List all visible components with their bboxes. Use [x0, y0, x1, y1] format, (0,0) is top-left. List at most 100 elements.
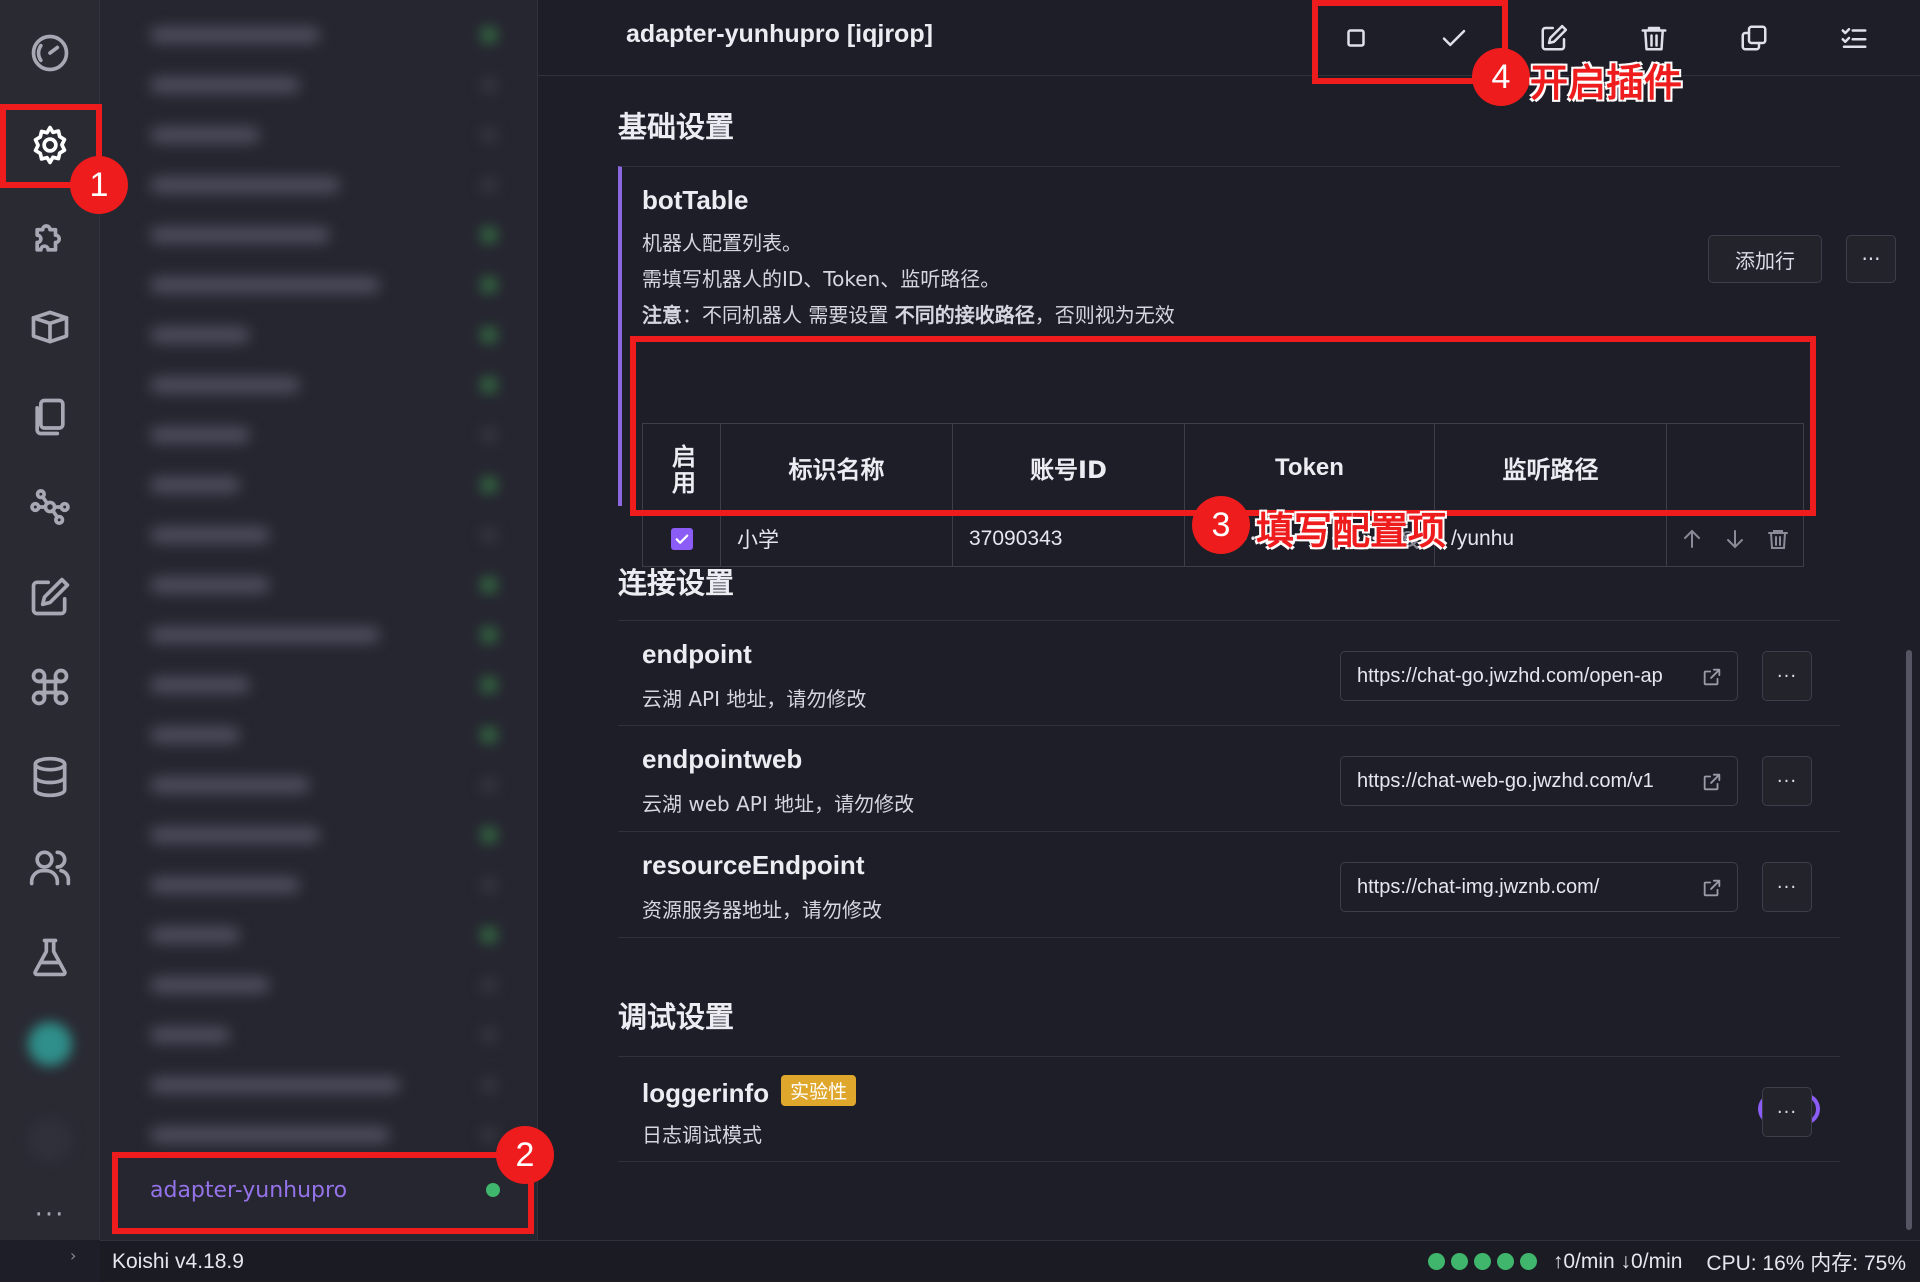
note-prefix: 注意: [642, 303, 682, 327]
section-title-connection: 连接设置: [618, 566, 735, 600]
note-suffix: ，否则视为无效: [1034, 303, 1175, 327]
path-input[interactable]: /yunhu: [1435, 512, 1667, 566]
plugin-list-blurred: [120, 10, 520, 1143]
endpointweb-value: https://chat-web-go.jwzhd.com/v1: [1357, 769, 1654, 792]
note-text: ：不同机器人 需要设置: [682, 303, 895, 327]
row-actions: [1667, 512, 1803, 566]
users-icon[interactable]: [0, 832, 100, 902]
external-link-icon[interactable]: [1701, 771, 1723, 793]
plugin-list: adapter-yunhupro: [100, 0, 538, 1240]
dashboard-icon[interactable]: [0, 18, 100, 88]
command-icon[interactable]: [0, 652, 100, 722]
traffic-label: ↑0/min ↓0/min: [1552, 1249, 1683, 1273]
package-icon[interactable]: [0, 292, 100, 362]
endpoint-input[interactable]: https://chat-go.jwzhd.com/open-ap: [1340, 651, 1738, 701]
list-item[interactable]: [120, 460, 520, 510]
list-item[interactable]: [120, 110, 520, 160]
external-link-icon[interactable]: [1701, 666, 1723, 688]
account-input[interactable]: 37090343: [953, 512, 1185, 566]
item-desc: 机器人配置列表。: [642, 231, 802, 255]
list-item[interactable]: [120, 810, 520, 860]
enable-checkbox[interactable]: [670, 528, 693, 550]
list-item[interactable]: [120, 410, 520, 460]
list-item[interactable]: [120, 960, 520, 1010]
config-item-endpointweb: endpointweb 云湖 web API 地址，请勿修改 https://c…: [618, 726, 1840, 832]
item-name: endpointweb: [642, 744, 803, 774]
resource-endpoint-input[interactable]: https://chat-img.jwznb.com/: [1340, 862, 1738, 912]
status-indicators: [1427, 1253, 1537, 1270]
add-row-button[interactable]: 添加行: [1708, 235, 1822, 283]
more-icon[interactable]: ···: [0, 1200, 100, 1230]
item-name: resourceEndpoint: [642, 850, 865, 880]
config-item-resource-endpoint: resourceEndpoint 资源服务器地址，请勿修改 https://ch…: [618, 832, 1840, 938]
arrow-up-icon[interactable]: [1680, 527, 1704, 551]
more-button[interactable]: ···: [1762, 1087, 1812, 1137]
list-item[interactable]: [120, 760, 520, 810]
trash-icon[interactable]: [1766, 527, 1790, 551]
blurred-plugin-icon[interactable]: [28, 1118, 72, 1162]
list-item[interactable]: [120, 510, 520, 560]
item-name: endpoint: [642, 639, 752, 669]
more-button[interactable]: ···: [1846, 235, 1896, 283]
endpointweb-input[interactable]: https://chat-web-go.jwzhd.com/v1: [1340, 756, 1738, 806]
item-desc: 云湖 API 地址，请勿修改: [642, 687, 867, 711]
list-item[interactable]: [120, 160, 520, 210]
endpoint-value: https://chat-go.jwzhd.com/open-ap: [1357, 664, 1663, 687]
list-item[interactable]: [120, 360, 520, 410]
annotation-number-3: 3: [1192, 496, 1250, 554]
list-item[interactable]: [120, 310, 520, 360]
section-title-basic: 基础设置: [618, 110, 735, 144]
database-icon[interactable]: [0, 742, 100, 812]
item-desc: 资源服务器地址，请勿修改: [642, 898, 882, 922]
list-item[interactable]: [120, 1010, 520, 1060]
item-name-text: loggerinfo: [642, 1078, 770, 1108]
more-button[interactable]: ···: [1762, 862, 1812, 912]
annotation-number-4: 4: [1472, 48, 1530, 106]
blurred-plugin-icon[interactable]: [28, 1022, 72, 1066]
collapse-arrow-icon[interactable]: ›: [70, 1246, 76, 1265]
network-icon[interactable]: [0, 472, 100, 542]
list-item[interactable]: [120, 660, 520, 710]
name-input[interactable]: 小学: [721, 512, 953, 566]
section-title-debug: 调试设置: [618, 1000, 735, 1034]
list-item[interactable]: [120, 60, 520, 110]
annotation-label-3: 填写配置项: [1256, 509, 1447, 553]
resources-label: CPU: 16% 内存: 75%: [1706, 1251, 1906, 1275]
item-desc: 需填写机器人的ID、Token、监听路径。: [642, 267, 1001, 291]
external-link-icon[interactable]: [1701, 877, 1723, 899]
edit-icon[interactable]: [0, 562, 100, 632]
list-item[interactable]: [120, 710, 520, 760]
resource-endpoint-value: https://chat-img.jwznb.com/: [1357, 875, 1600, 898]
copy-icon[interactable]: [1734, 18, 1774, 58]
more-button[interactable]: ···: [1762, 651, 1812, 701]
arrow-down-icon[interactable]: [1723, 527, 1747, 551]
item-desc: 日志调试模式: [642, 1123, 762, 1147]
list-item[interactable]: [120, 560, 520, 610]
list-item[interactable]: [120, 610, 520, 660]
item-note: 注意：不同机器人 需要设置 不同的接收路径，否则视为无效: [642, 299, 1175, 328]
status-bar: Koishi v4.18.9 ↑0/min ↓0/min CPU: 16% 内存…: [100, 1240, 1920, 1282]
list-check-icon[interactable]: [1834, 18, 1874, 58]
files-icon[interactable]: [0, 382, 100, 452]
list-item[interactable]: [120, 210, 520, 260]
status-right: ↑0/min ↓0/min CPU: 16% 内存: 75%: [1427, 1247, 1906, 1277]
list-item[interactable]: [120, 10, 520, 60]
topbar: adapter-yunhupro [iqjrop]: [538, 0, 1920, 76]
flask-icon[interactable]: [0, 922, 100, 992]
annotation-number-1: 1: [70, 156, 128, 214]
annotation-box-2: [112, 1152, 534, 1234]
list-item[interactable]: [120, 860, 520, 910]
page-title: adapter-yunhupro [iqjrop]: [626, 20, 933, 48]
config-item-endpoint: endpoint 云湖 API 地址，请勿修改 https://chat-go.…: [618, 620, 1840, 726]
experimental-badge: 实验性: [781, 1075, 857, 1106]
main-panel: adapter-yunhupro [iqjrop] 基础设置 botTable …: [538, 0, 1920, 1240]
list-item[interactable]: [120, 910, 520, 960]
list-item[interactable]: [120, 260, 520, 310]
annotation-box-3: [630, 336, 1816, 516]
scrollbar[interactable]: [1906, 650, 1912, 1230]
more-button[interactable]: ···: [1762, 756, 1812, 806]
list-item[interactable]: [120, 1060, 520, 1110]
item-name: loggerinfo 实验性: [642, 1075, 857, 1109]
puzzle-icon[interactable]: [0, 202, 100, 272]
note-bold: 不同的接收路径: [894, 303, 1035, 327]
